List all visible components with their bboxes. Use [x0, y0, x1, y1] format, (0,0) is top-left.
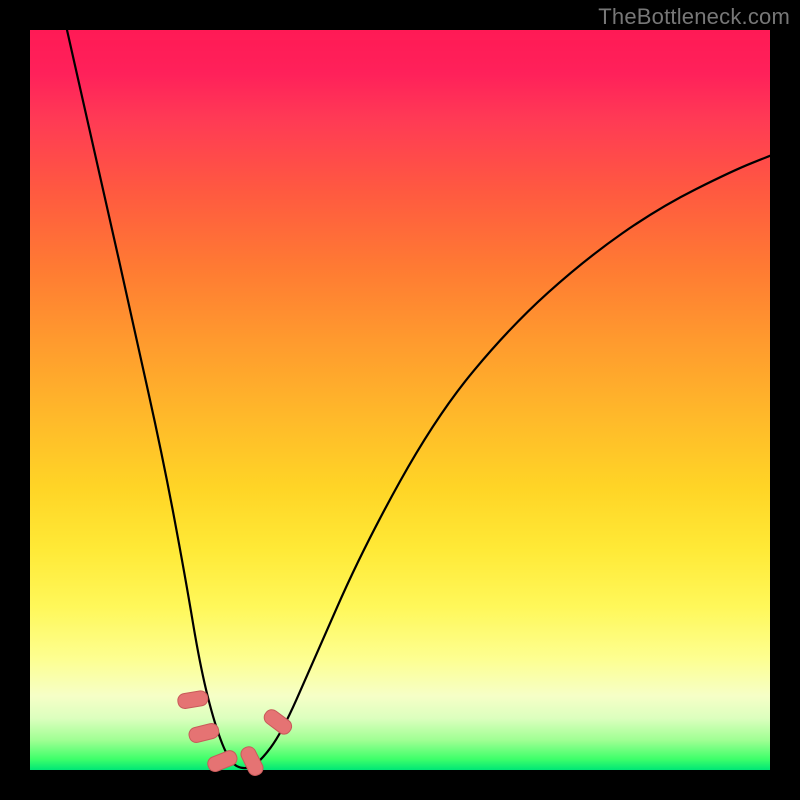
- marker-m2: [188, 722, 221, 744]
- curve-svg: [30, 30, 770, 770]
- watermark-text: TheBottleneck.com: [598, 4, 790, 30]
- marker-m4: [239, 744, 266, 778]
- marker-m1: [177, 690, 209, 710]
- plot-area: [30, 30, 770, 770]
- marker-m5: [261, 707, 294, 737]
- bottleneck-curve: [67, 30, 770, 768]
- marker-m3: [206, 749, 239, 774]
- chart-frame: TheBottleneck.com: [0, 0, 800, 800]
